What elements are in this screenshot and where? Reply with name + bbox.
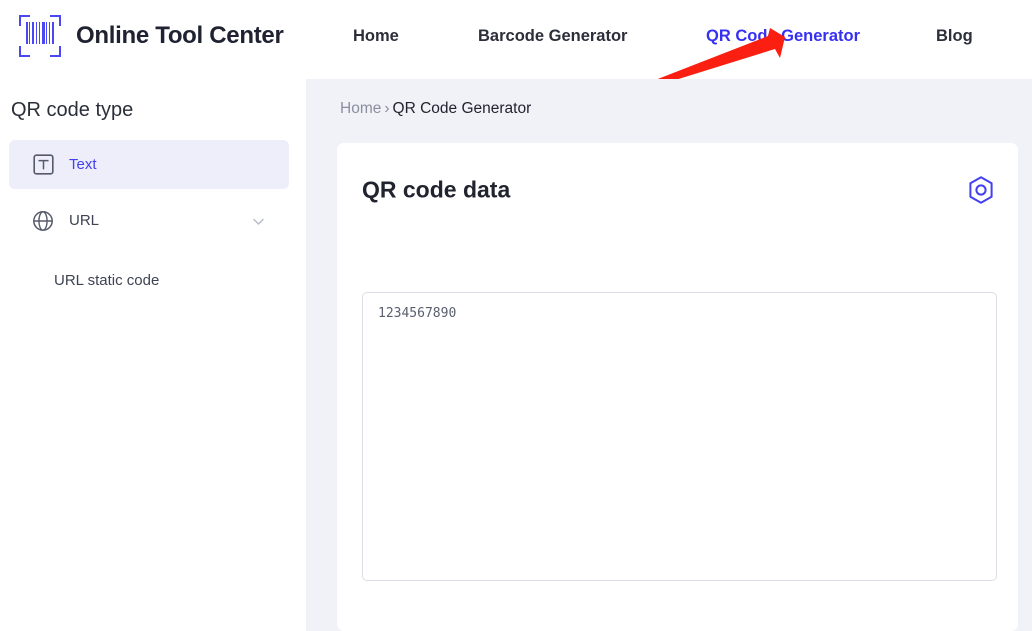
- text-box-icon: [32, 154, 54, 176]
- breadcrumb-current: QR Code Generator: [392, 100, 532, 117]
- brand-logo[interactable]: Online Tool Center: [17, 13, 284, 59]
- main-content: Home › QR Code Generator QR code data: [306, 79, 1032, 631]
- qr-code-data-card: QR code data: [337, 143, 1018, 631]
- nav-item-blog[interactable]: Blog: [936, 27, 973, 46]
- nav-item-barcode-generator[interactable]: Barcode Generator: [478, 27, 627, 46]
- breadcrumb: Home › QR Code Generator: [340, 100, 531, 118]
- sidebar: QR code type Text URL URL static code: [0, 79, 306, 631]
- chevron-down-icon[interactable]: [252, 215, 265, 228]
- breadcrumb-home[interactable]: Home: [340, 100, 381, 118]
- barcode-scan-icon: [17, 13, 63, 59]
- main-navigation: Home Barcode Generator QR Code Generator…: [330, 0, 1032, 79]
- sidebar-title: QR code type: [11, 99, 134, 121]
- globe-icon: [32, 210, 54, 232]
- sidebar-item-url-static-code[interactable]: URL static code: [9, 265, 289, 295]
- sidebar-item-url[interactable]: URL: [9, 196, 289, 245]
- nav-item-qr-code-generator[interactable]: QR Code Generator: [706, 27, 860, 46]
- brand-name: Online Tool Center: [76, 22, 284, 49]
- hexagon-settings-icon[interactable]: [966, 175, 996, 205]
- sidebar-item-label: Text: [69, 156, 97, 173]
- site-header: Online Tool Center Home Barcode Generato…: [0, 0, 1032, 79]
- sidebar-item-text[interactable]: Text: [9, 140, 289, 189]
- qr-code-data-input[interactable]: [362, 292, 997, 581]
- breadcrumb-separator: ›: [384, 100, 390, 117]
- nav-item-home[interactable]: Home: [353, 27, 399, 46]
- card-title: QR code data: [362, 176, 511, 203]
- page-root: Online Tool Center Home Barcode Generato…: [0, 0, 1032, 631]
- sidebar-item-label: URL static code: [54, 271, 160, 289]
- sidebar-item-label: URL: [69, 212, 100, 229]
